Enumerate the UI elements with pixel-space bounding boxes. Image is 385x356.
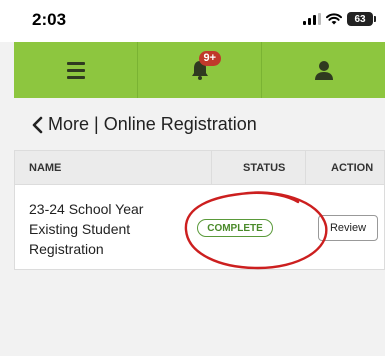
profile-button[interactable] — [262, 42, 385, 98]
signal-icon — [303, 13, 321, 25]
status-badge: COMPLETE — [197, 219, 273, 237]
user-icon — [314, 61, 333, 80]
status-bar: 2:03 63 — [0, 0, 385, 42]
wifi-icon — [326, 13, 342, 25]
notification-badge: 9+ — [198, 51, 222, 66]
column-divider — [211, 151, 212, 185]
column-header-action: ACTION — [331, 162, 374, 174]
clock: 2:03 — [32, 10, 67, 29]
registration-name: 23-24 School Year Existing Student Regis… — [29, 201, 144, 257]
page-title: More | Online Registration — [48, 114, 257, 134]
bell-icon: 9+ — [189, 51, 222, 81]
hamburger-icon — [66, 61, 85, 79]
battery-icon: 63 — [347, 12, 376, 26]
battery-level: 63 — [354, 13, 366, 25]
nav-bar: 9+ — [14, 42, 385, 98]
page-header: More | Online Registration — [30, 114, 257, 135]
column-divider — [305, 151, 306, 185]
column-header-status: STATUS — [243, 162, 286, 174]
table-header: NAME STATUS ACTION — [15, 151, 384, 185]
menu-button[interactable] — [14, 42, 138, 98]
review-button[interactable]: Review — [318, 215, 378, 241]
registration-table: NAME STATUS ACTION 23-24 School Year Exi… — [14, 150, 385, 270]
column-header-name: NAME — [29, 162, 62, 174]
status-icons: 63 — [303, 12, 376, 26]
notifications-button[interactable]: 9+ — [138, 42, 262, 98]
chevron-left-icon[interactable] — [30, 116, 44, 134]
